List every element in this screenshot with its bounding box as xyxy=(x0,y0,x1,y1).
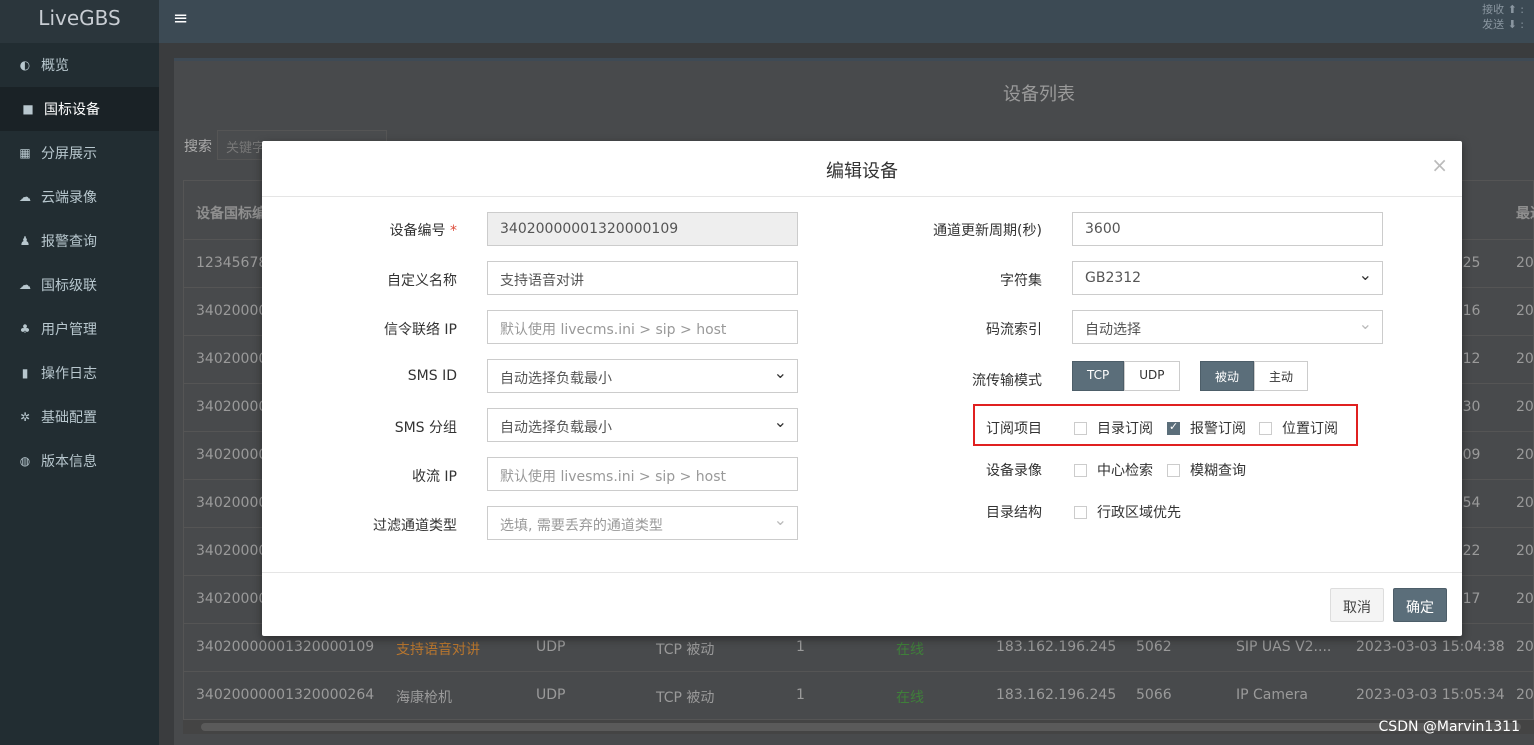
custom-name-label: 自定义名称 xyxy=(387,273,457,289)
cloud-icon: ☁ xyxy=(19,190,31,204)
filter-type-label: 过滤通道类型 xyxy=(373,518,457,534)
gears-icon: ✲ xyxy=(19,410,31,424)
recv-ip-input[interactable]: 默认使用 livesms.ini > sip > host xyxy=(487,457,798,491)
sidebar-item-config[interactable]: ✲ 基础配置 xyxy=(0,395,159,439)
dashboard-icon: ◐ xyxy=(19,58,31,72)
sidebar-item-label: 概览 xyxy=(41,58,69,74)
sidebar-item-alarm-query[interactable]: ♟ 报警查询 xyxy=(0,219,159,263)
device-id-label: 设备编号 * xyxy=(389,223,457,239)
cloud-upload-icon: ☁ xyxy=(19,278,31,292)
net-rx: 接收 ⬆ : xyxy=(1482,3,1524,16)
sidebar-item-gb-devices[interactable]: ■ 国标设备 xyxy=(0,87,159,131)
alarm-subscribe-checkbox[interactable]: 报警订阅 xyxy=(1167,418,1246,438)
tcp-button[interactable]: TCP xyxy=(1072,361,1125,391)
signal-ip-label: 信令联络 IP xyxy=(383,322,457,338)
modal-header: 编辑设备 × xyxy=(262,141,1462,197)
refresh-period-input[interactable]: 3600 xyxy=(1072,212,1383,246)
header-device-id: 设备国标编 xyxy=(196,206,266,222)
passive-button[interactable]: 被动 xyxy=(1200,361,1255,391)
charset-select[interactable]: GB2312 xyxy=(1072,261,1383,295)
sidebar: LiveGBS ◐ 概览 ■ 国标设备 ▦ 分屏展示 ☁ 云端录像 ♟ 报警查询 ☁ 国标级… xyxy=(0,0,159,745)
search-label: 搜索 xyxy=(184,139,212,155)
status-online: 在线 xyxy=(896,642,924,658)
sidebar-item-label: 操作日志 xyxy=(41,366,97,382)
users-icon: ♣ xyxy=(19,322,31,336)
device-name-link[interactable]: 支持语音对讲 xyxy=(396,639,480,659)
sidebar-item-label: 云端录像 xyxy=(41,190,97,206)
stream-index-label: 码流索引 xyxy=(986,322,1042,338)
camera-icon: ■ xyxy=(22,102,34,116)
sidebar-item-users[interactable]: ♣ 用户管理 xyxy=(0,307,159,351)
sidebar-item-label: 国标设备 xyxy=(44,102,100,118)
sidebar-item-cloud-record[interactable]: ☁ 云端录像 xyxy=(0,175,159,219)
sidebar-item-label: 用户管理 xyxy=(41,322,97,338)
catalog-structure-label: 目录结构 xyxy=(986,505,1042,521)
bell-icon: ♟ xyxy=(19,234,31,248)
device-id-field: 34020000001320000109 xyxy=(487,212,798,246)
sms-group-select[interactable]: 自动选择负载最小 xyxy=(487,408,798,442)
network-stats: 接收 ⬆ : 发送 ⬇ : xyxy=(1482,2,1524,32)
signal-ip-input[interactable]: 默认使用 livecms.ini > sip > host xyxy=(487,310,798,344)
fuzzy-query-checkbox[interactable]: 模糊查询 xyxy=(1167,460,1246,480)
watermark: CSDN @Marvin1311 xyxy=(1378,719,1520,735)
admin-region-first-checkbox[interactable]: 行政区域优先 xyxy=(1074,502,1181,522)
confirm-button[interactable]: 确定 xyxy=(1393,588,1447,622)
center-search-checkbox[interactable]: 中心检索 xyxy=(1074,460,1153,480)
position-subscribe-checkbox[interactable]: 位置订阅 xyxy=(1259,418,1338,438)
brand-logo[interactable]: LiveGBS xyxy=(0,0,159,43)
udp-button[interactable]: UDP xyxy=(1124,361,1180,391)
scrollbar-thumb[interactable] xyxy=(201,723,1521,731)
device-record-label: 设备录像 xyxy=(986,463,1042,479)
sidebar-item-label: 版本信息 xyxy=(41,454,97,470)
close-icon[interactable]: × xyxy=(1431,153,1448,177)
sidebar-item-split-screen[interactable]: ▦ 分屏展示 xyxy=(0,131,159,175)
grid-icon: ▦ xyxy=(19,146,31,160)
header-last: 最近 xyxy=(1516,206,1534,222)
sidebar-item-label: 基础配置 xyxy=(41,410,97,426)
checkbox-box[interactable] xyxy=(1074,463,1087,477)
modal-footer xyxy=(262,572,1462,636)
checkbox-checked-icon[interactable] xyxy=(1167,420,1180,435)
top-bar: ≡ 接收 ⬆ : 发送 ⬇ : xyxy=(159,0,1534,43)
sms-id-label: SMS ID xyxy=(407,368,457,384)
checkbox-box[interactable] xyxy=(1259,421,1272,435)
sidebar-item-overview[interactable]: ◐ 概览 xyxy=(0,43,159,87)
horizontal-scrollbar[interactable] xyxy=(183,720,1534,734)
recv-ip-label: 收流 IP xyxy=(411,469,457,485)
protocol-toggle: TCP UDP xyxy=(1072,361,1180,391)
required-marker: * xyxy=(450,223,457,239)
refresh-period-label: 通道更新周期(秒) xyxy=(933,223,1042,239)
page-title: 设备列表 xyxy=(1003,84,1075,105)
file-icon: ▮ xyxy=(21,366,29,380)
sidebar-item-label: 国标级联 xyxy=(41,278,97,294)
sidebar-item-logs[interactable]: ▮ 操作日志 xyxy=(0,351,159,395)
stream-index-select[interactable]: 自动选择 xyxy=(1072,310,1383,344)
net-tx: 发送 ⬇ : xyxy=(1482,18,1524,31)
menu-toggle-icon[interactable]: ≡ xyxy=(173,8,188,29)
sidebar-item-version[interactable]: ◍ 版本信息 xyxy=(0,439,159,483)
checkbox-box[interactable] xyxy=(1167,463,1180,477)
checkbox-box[interactable] xyxy=(1074,505,1087,519)
filter-type-select[interactable]: 选填, 需要丢弃的通道类型 xyxy=(487,506,798,540)
active-button[interactable]: 主动 xyxy=(1254,361,1309,391)
sidebar-item-cascade[interactable]: ☁ 国标级联 xyxy=(0,263,159,307)
charset-label: 字符集 xyxy=(1000,273,1042,289)
table-row[interactable]: 34020000001320000264 海康枪机 UDP TCP 被动 1 在… xyxy=(184,671,1534,719)
direction-toggle: 被动 主动 xyxy=(1200,361,1309,391)
modal-title: 编辑设备 xyxy=(826,161,898,182)
sms-group-label: SMS 分组 xyxy=(394,420,457,436)
globe-icon: ◍ xyxy=(19,454,31,468)
checkbox-box[interactable] xyxy=(1074,421,1087,435)
status-online: 在线 xyxy=(896,690,924,706)
cancel-button[interactable]: 取消 xyxy=(1330,588,1384,622)
sidebar-item-label: 报警查询 xyxy=(41,234,97,250)
sidebar-item-label: 分屏展示 xyxy=(41,146,97,162)
sms-id-select[interactable]: 自动选择负载最小 xyxy=(487,359,798,393)
transport-mode-label: 流传输模式 xyxy=(972,373,1042,389)
catalog-subscribe-checkbox[interactable]: 目录订阅 xyxy=(1074,418,1153,438)
subscribe-label: 订阅项目 xyxy=(986,421,1042,437)
custom-name-input[interactable]: 支持语音对讲 xyxy=(487,261,798,295)
